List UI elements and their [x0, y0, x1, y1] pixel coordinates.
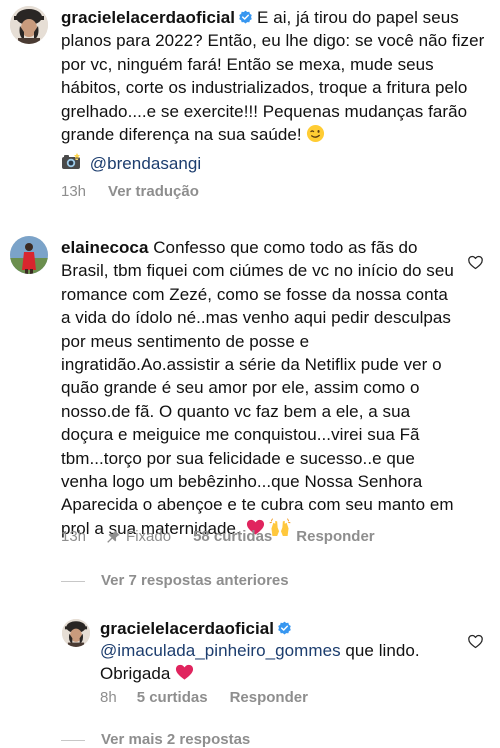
comment-time: 13h	[61, 183, 87, 200]
verified-badge-icon	[278, 621, 291, 635]
camera-emoji-icon	[62, 153, 80, 169]
reply-likes-count[interactable]: 5 curtidas	[137, 689, 208, 706]
comment-username[interactable]: elainecoca	[61, 238, 148, 257]
photo-credit: @brendasangi	[61, 152, 201, 175]
comment-meta: 13h Ver tradução	[61, 183, 199, 200]
reply-reply-button[interactable]: Responder	[230, 689, 308, 706]
likes-count[interactable]: 58 curtidas	[193, 528, 272, 545]
comment-username[interactable]: gracielelacerdaoficial	[61, 8, 235, 27]
avatar-image	[10, 236, 48, 274]
pin-icon	[107, 530, 120, 543]
reply-username-row: gracielelacerdaoficial	[100, 617, 296, 640]
avatar[interactable]	[10, 6, 48, 44]
comment-body: E ai, já tirou do papel seus planos para…	[61, 8, 485, 145]
reply-username[interactable]: gracielelacerdaoficial	[100, 619, 274, 638]
see-translation-button[interactable]: Ver tradução	[108, 183, 199, 200]
view-previous-replies-button[interactable]: Ver 7 respostas anteriores	[101, 572, 289, 589]
reply-mention[interactable]: @imaculada_pinheiro_gommes	[100, 641, 341, 660]
like-heart-icon[interactable]	[467, 633, 484, 650]
avatar[interactable]	[10, 236, 48, 274]
winking-face-emoji-icon	[307, 124, 325, 143]
more-replies-divider	[61, 740, 85, 741]
avatar[interactable]	[62, 619, 90, 647]
reply-text: @imaculada_pinheiro_gommes que lindo. Ob…	[100, 639, 455, 686]
credit-mention[interactable]: @brendasangi	[90, 154, 201, 173]
comment-text: gracielelacerdaoficial E ai, já tirou do…	[61, 6, 493, 146]
like-heart-icon[interactable]	[467, 254, 484, 271]
reply-meta: 8h 5 curtidas Responder	[100, 689, 308, 706]
comment-text: elainecoca Confesso que como todo as fãs…	[61, 236, 461, 540]
comment-meta: 13h Fixado 58 curtidas Responder	[61, 528, 375, 545]
comment-time: 13h	[61, 528, 87, 545]
pinned-label: Fixado	[126, 528, 172, 545]
reply-button[interactable]: Responder	[296, 528, 374, 545]
avatar-image	[62, 619, 90, 647]
comment-body: Confesso que como todo as fãs do Brasil,…	[61, 238, 454, 538]
avatar-image	[10, 6, 48, 44]
red-heart-emoji-icon	[176, 665, 194, 681]
reply-time: 8h	[100, 689, 117, 706]
replies-divider	[61, 581, 85, 582]
verified-badge-icon	[239, 10, 252, 24]
